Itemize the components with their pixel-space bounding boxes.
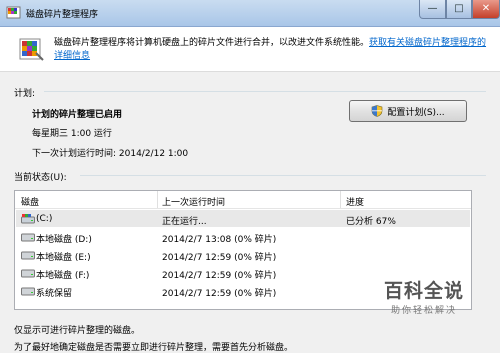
last-run: 2014/2/7 12:59 (0% 碎片) [162,271,277,281]
intro-text: 磁盘碎片整理程序将计算机硬盘上的碎片文件进行合并，以改进文件系统性能。获取有关磁… [54,37,494,63]
column-header-disk[interactable]: 磁盘 [21,195,39,208]
disk-name: 系统保留 [36,289,73,299]
drive-icon [21,287,35,296]
title-bar[interactable]: 磁盘碎片整理程序 — □ ✕ [0,0,500,27]
last-run: 正在运行... [162,217,207,227]
configure-schedule-button[interactable]: 配置计划(S)... [349,100,467,122]
disk-name: (C:) [36,214,53,224]
watermark-subtitle: 助你轻松解决 [390,306,457,316]
last-run: 2014/2/7 12:59 (0% 碎片) [162,253,277,263]
table-row[interactable]: (C:) 正在运行... 已分析 67% [16,210,470,227]
drive-icon [21,269,35,278]
defrag-app-icon [6,6,21,19]
schedule-frequency: 每星期三 1:00 运行 [32,129,112,139]
footer-note-2: 为了最好地确定磁盘是否需要立即进行碎片整理，需要首先分析磁盘。 [14,343,294,353]
column-header-last-run[interactable]: 上一次运行时间 [162,195,225,208]
drive-icon [21,251,35,260]
schedule-status: 计划的碎片整理已启用 [32,110,123,120]
last-run: 2014/2/7 12:59 (0% 碎片) [162,289,277,299]
maximize-button[interactable]: □ [446,0,472,19]
table-row[interactable]: 本地磁盘 (E:) 2014/2/7 12:59 (0% 碎片) [16,246,470,263]
schedule-section-label: 计划: [14,89,36,99]
table-row[interactable]: 本地磁盘 (D:) 2014/2/7 13:08 (0% 碎片) [16,228,470,245]
schedule-divider [44,91,486,92]
current-status-label: 当前状态(U): [14,173,67,183]
defrag-icon [19,38,44,61]
watermark: 百科全说 助你轻松解决 [368,279,480,327]
system-drive-icon [21,214,35,224]
close-button[interactable]: ✕ [472,0,500,19]
drive-icon [21,233,35,242]
list-header: 磁盘 上一次运行时间 进度 [15,191,471,209]
disk-name: 本地磁盘 (E:) [36,253,91,263]
watermark-title: 百科全说 [383,280,464,302]
intro-description: 磁盘碎片整理程序将计算机硬盘上的碎片文件进行合并，以改进文件系统性能。 [54,38,370,48]
configure-schedule-label: 配置计划(S)... [387,107,445,118]
status-divider [80,175,486,176]
uac-shield-icon [372,105,383,117]
disk-name: 本地磁盘 (D:) [36,235,92,245]
disk-name: 本地磁盘 (F:) [36,271,90,281]
window-title: 磁盘碎片整理程序 [26,10,99,20]
footer-note-1: 仅显示可进行碎片整理的磁盘。 [14,326,141,336]
progress: 已分析 67% [346,217,396,227]
schedule-next-run: 下一次计划运行时间: 2014/2/12 1:00 [32,149,189,159]
minimize-button[interactable]: — [419,0,446,19]
column-header-progress[interactable]: 进度 [346,195,364,208]
last-run: 2014/2/7 13:08 (0% 碎片) [162,235,277,245]
